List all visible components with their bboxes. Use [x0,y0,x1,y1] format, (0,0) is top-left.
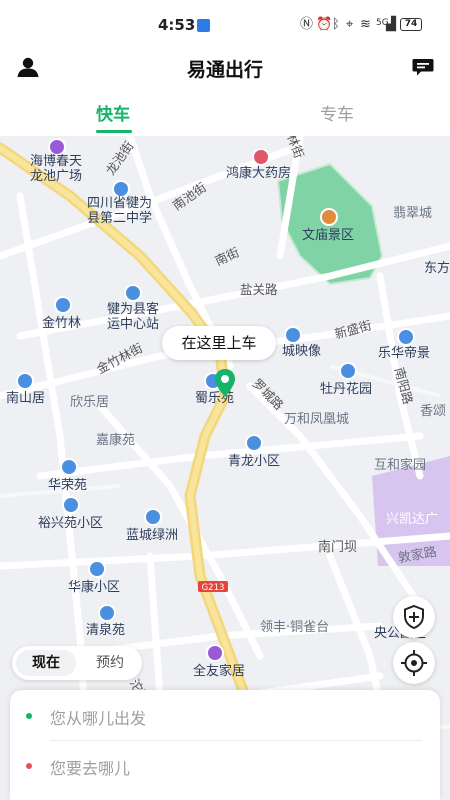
poi-community-icon[interactable] [245,434,263,452]
place-label[interactable]: 兴凯达广 [386,512,438,527]
place-label[interactable]: 清泉苑 [86,623,125,638]
place-label[interactable]: 全友家居 [193,664,245,679]
header: 易通出行 [0,40,450,96]
pickup-prompt-bubble[interactable]: 在这里上车 [162,326,276,360]
place-label[interactable]: 南山居 [6,391,45,406]
location-icon: ⌖ [346,17,354,32]
bluetooth-icon: ᛒ [332,17,340,32]
time-mode-toggle: 现在 预约 [12,646,142,680]
locate-icon [401,650,427,676]
place-label[interactable]: 香颂 [420,404,446,419]
poi-bus-station-icon[interactable] [124,284,142,302]
poi-community-icon[interactable] [62,496,80,514]
road-label: 盐关路 [240,282,278,297]
place-label[interactable]: 互和家园 [374,458,426,473]
address-card: 您从哪儿出发 您要去哪儿 [10,690,440,800]
poi-community-icon[interactable] [144,508,162,526]
signal-icon: ▟ [386,17,396,32]
poi-community-icon[interactable] [339,362,357,380]
place-label[interactable]: 乐华帝景 [378,346,430,361]
place-label[interactable]: 牡丹花园 [320,382,372,397]
place-label[interactable]: 金竹林 [42,316,81,331]
page-title: 易通出行 [186,59,263,81]
tab-premium[interactable]: 专车 [297,100,377,125]
poi-community-icon[interactable] [54,296,72,314]
pickup-pin-icon [215,369,235,397]
place-label[interactable]: 青龙小区 [228,454,280,469]
destination-input[interactable]: 您要去哪儿 [50,755,130,779]
place-label[interactable]: 领丰·铜雀台 [260,620,329,635]
divider [50,740,422,741]
place-label[interactable]: 翡翠城 [393,206,432,221]
nfc-icon: Ⓝ [300,17,314,32]
place-label[interactable]: 犍为县客 运中心站 [107,302,159,332]
notification-app-icon [197,19,210,32]
poi-community-icon[interactable] [98,604,116,622]
place-label[interactable]: 蓝城绿洲 [126,528,178,543]
poi-pharmacy-icon[interactable] [252,148,270,166]
locate-me-button[interactable] [393,642,435,684]
place-label[interactable]: 欣乐居 [70,395,109,410]
safety-shield-icon [404,604,424,630]
wifi-icon: ≋ [360,17,371,32]
place-label[interactable]: 东方 [424,261,450,276]
tab-express[interactable]: 快车 [73,100,153,125]
poi-community-icon[interactable] [60,458,78,476]
g213-shield-label: G213 [202,583,225,593]
origin-input-row[interactable]: 您从哪儿出发 [10,692,440,742]
poi-community-icon[interactable] [88,560,106,578]
place-label[interactable]: 文庙景区 [302,228,354,243]
alarm-icon: ⏰ [316,17,333,32]
place-label[interactable]: 海博春天 龙池广场 [30,154,82,184]
origin-dot-icon [26,713,32,719]
place-label[interactable]: 四川省犍为 县第二中学 [87,196,152,226]
destination-dot-icon [26,763,32,769]
battery-indicator: 74 [400,18,422,31]
place-label[interactable]: 嘉康苑 [96,433,135,448]
poi-community-icon[interactable] [16,372,34,390]
place-label[interactable]: 华康小区 [68,580,120,595]
status-icons: Ⓝ ⏰ ᛒ ⌖ ≋ 5G ▟ 74 [300,16,445,34]
active-tab-indicator [96,130,132,133]
place-label[interactable]: 华荣苑 [48,478,87,493]
poi-community-icon[interactable] [284,326,302,344]
poi-scenic-icon[interactable] [320,208,338,226]
poi-community-icon[interactable] [397,328,415,346]
place-label[interactable]: 裕兴苑小区 [38,516,103,531]
time-mode-now[interactable]: 现在 [16,650,76,676]
poi-furniture-icon[interactable] [206,644,224,662]
safety-shield-button[interactable] [393,596,435,638]
place-label[interactable]: 鸿康大药房 [226,166,291,181]
service-tabs: 快车 专车 [0,96,450,136]
status-time: 4:53 [158,16,196,34]
destination-input-row[interactable]: 您要去哪儿 [10,742,440,792]
origin-input[interactable]: 您从哪儿出发 [50,705,146,729]
time-mode-book[interactable]: 预约 [82,650,138,676]
place-label[interactable]: 万和凤凰城 [284,412,349,427]
place-label[interactable]: 城映像 [282,344,321,359]
place-label[interactable]: 南门坝 [318,540,357,555]
message-icon[interactable] [412,57,434,77]
status-bar: 4:53 Ⓝ ⏰ ᛒ ⌖ ≋ 5G ▟ 74 [0,0,450,40]
